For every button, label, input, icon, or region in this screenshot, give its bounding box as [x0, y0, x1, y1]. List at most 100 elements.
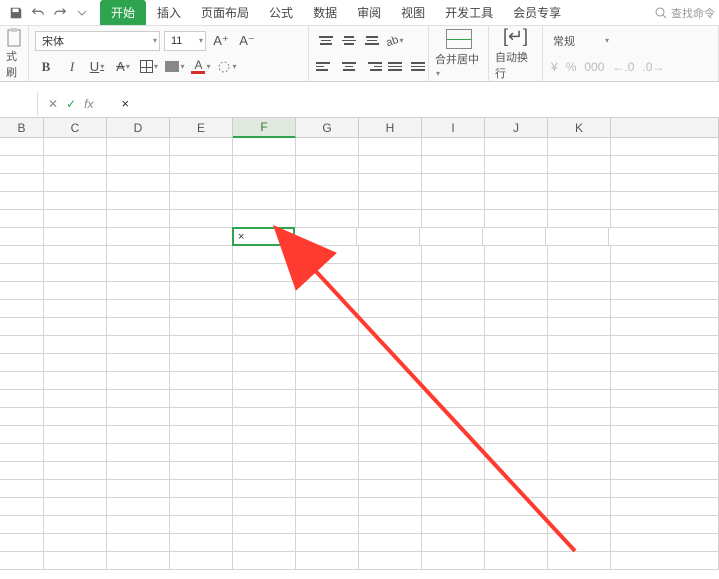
cell[interactable]	[296, 426, 359, 443]
cell[interactable]	[296, 246, 359, 263]
cell[interactable]	[485, 156, 548, 173]
cell[interactable]	[233, 390, 296, 407]
cell[interactable]	[44, 444, 107, 461]
cell[interactable]	[44, 246, 107, 263]
cell[interactable]	[0, 228, 44, 245]
cell[interactable]	[233, 354, 296, 371]
cell[interactable]	[359, 426, 422, 443]
cell[interactable]	[611, 516, 719, 533]
cell[interactable]	[233, 516, 296, 533]
column-header[interactable]: I	[422, 118, 485, 137]
cell[interactable]	[170, 390, 233, 407]
cell[interactable]	[296, 300, 359, 317]
cell[interactable]	[611, 480, 719, 497]
tab-layout[interactable]: 页面布局	[192, 0, 258, 25]
cell[interactable]	[107, 498, 170, 515]
cell[interactable]	[611, 156, 719, 173]
number-format-select[interactable]: 常规 ▾	[551, 31, 611, 51]
cell[interactable]	[0, 300, 44, 317]
cell[interactable]	[611, 138, 719, 155]
cell[interactable]	[233, 282, 296, 299]
font-name-select[interactable]: 宋体 ▾	[35, 31, 160, 51]
cell[interactable]	[0, 138, 44, 155]
cell[interactable]	[422, 336, 485, 353]
cell[interactable]	[359, 156, 422, 173]
cell[interactable]	[44, 462, 107, 479]
cell[interactable]	[0, 282, 44, 299]
cell[interactable]	[485, 354, 548, 371]
cell[interactable]	[44, 156, 107, 173]
cell[interactable]	[233, 408, 296, 425]
cell[interactable]	[548, 354, 611, 371]
confirm-edit-button[interactable]: ✓	[66, 97, 76, 111]
cell[interactable]	[44, 174, 107, 191]
cell[interactable]	[296, 480, 359, 497]
cell[interactable]	[0, 516, 44, 533]
align-top-button[interactable]	[315, 30, 337, 52]
cell[interactable]	[170, 480, 233, 497]
cell[interactable]	[611, 210, 719, 227]
cell[interactable]	[611, 498, 719, 515]
cell[interactable]	[170, 228, 233, 245]
align-middle-button[interactable]	[338, 30, 360, 52]
cell[interactable]	[422, 390, 485, 407]
cell[interactable]	[233, 300, 296, 317]
wrap-group[interactable]: [↵] 自动换行	[489, 26, 543, 81]
cell[interactable]	[170, 174, 233, 191]
cell[interactable]	[296, 138, 359, 155]
cell[interactable]	[359, 192, 422, 209]
cell[interactable]	[107, 462, 170, 479]
comma-button[interactable]: 000	[584, 60, 604, 74]
cell[interactable]	[170, 462, 233, 479]
cell[interactable]	[611, 426, 719, 443]
cell[interactable]	[0, 408, 44, 425]
cell[interactable]: ×	[232, 227, 295, 246]
cell[interactable]	[0, 372, 44, 389]
cell[interactable]	[422, 246, 485, 263]
cell[interactable]	[611, 264, 719, 281]
paste-icon[interactable]	[5, 28, 23, 48]
cell[interactable]	[422, 498, 485, 515]
cell[interactable]	[0, 192, 44, 209]
cell[interactable]	[233, 498, 296, 515]
cell[interactable]	[548, 336, 611, 353]
cell[interactable]	[485, 390, 548, 407]
cell[interactable]	[107, 336, 170, 353]
cell[interactable]	[548, 480, 611, 497]
cell[interactable]	[485, 318, 548, 335]
cell[interactable]	[233, 444, 296, 461]
cell[interactable]	[485, 444, 548, 461]
cell[interactable]	[233, 318, 296, 335]
cell[interactable]	[548, 264, 611, 281]
cell[interactable]	[359, 534, 422, 551]
save-icon[interactable]	[8, 5, 24, 21]
cell[interactable]	[548, 390, 611, 407]
cell[interactable]	[359, 264, 422, 281]
cell[interactable]	[422, 372, 485, 389]
cell[interactable]	[44, 336, 107, 353]
cell[interactable]	[294, 228, 357, 245]
cell[interactable]	[233, 246, 296, 263]
cancel-edit-button[interactable]: ✕	[48, 97, 58, 111]
tab-formula[interactable]: 公式	[260, 0, 302, 25]
cell[interactable]	[44, 300, 107, 317]
cell[interactable]	[485, 498, 548, 515]
cell[interactable]	[546, 228, 609, 245]
column-header[interactable]	[611, 118, 719, 137]
cell[interactable]	[0, 354, 44, 371]
cell[interactable]	[233, 192, 296, 209]
cell[interactable]	[548, 372, 611, 389]
cell[interactable]	[296, 282, 359, 299]
cell[interactable]	[611, 246, 719, 263]
cell[interactable]	[359, 354, 422, 371]
cell[interactable]	[44, 498, 107, 515]
cell[interactable]	[422, 444, 485, 461]
name-box[interactable]	[0, 92, 38, 116]
cell[interactable]	[44, 318, 107, 335]
cell[interactable]	[548, 174, 611, 191]
font-color-button[interactable]: A ▾	[191, 56, 213, 78]
cell[interactable]	[170, 444, 233, 461]
cell[interactable]	[422, 210, 485, 227]
tab-data[interactable]: 数据	[304, 0, 346, 25]
redo-icon[interactable]	[52, 5, 68, 21]
